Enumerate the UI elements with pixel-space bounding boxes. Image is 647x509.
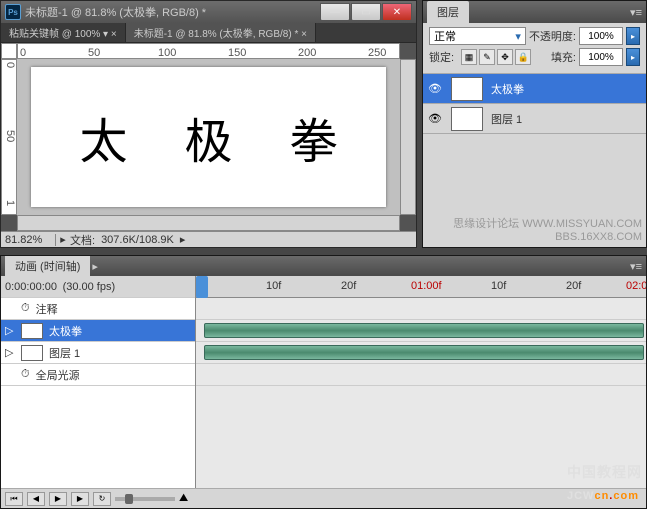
fill-input[interactable]: 100% <box>579 48 623 66</box>
expand-icon[interactable]: ▷ <box>5 324 15 337</box>
track-lane[interactable] <box>196 320 646 342</box>
opacity-input[interactable]: 100% <box>579 27 623 45</box>
timeline-time-row: 0:00:00:00 (30.00 fps) <box>1 276 195 298</box>
status-doc-size: 307.6K/108.9K <box>95 234 180 246</box>
fill-label: 填充: <box>551 49 576 65</box>
canvas[interactable]: 太 极 拳 <box>31 67 386 207</box>
status-chevron-icon[interactable]: ▸ <box>56 233 70 246</box>
track-global-light[interactable]: ⏱ 全局光源 <box>1 364 195 386</box>
app-icon: Ps <box>5 4 21 20</box>
track-lane[interactable] <box>196 342 646 364</box>
lock-transparency-icon[interactable]: ▦ <box>461 49 477 65</box>
lock-label: 锁定: <box>429 49 454 65</box>
rewind-button[interactable]: ⏮ <box>5 492 23 506</box>
ruler-origin[interactable] <box>1 43 17 59</box>
document-window: Ps 未标题-1 @ 81.8% (太极拳, RGB/8) * — ▭ ✕ 粘贴… <box>0 0 417 248</box>
titlebar[interactable]: Ps 未标题-1 @ 81.8% (太极拳, RGB/8) * — ▭ ✕ <box>1 1 416 23</box>
ruler-horizontal[interactable]: 0 50 100 150 200 250 <box>17 43 400 59</box>
status-doc-label: 文档: <box>70 232 95 248</box>
statusbar: 81.82% ▸ 文档: 307.6K/108.9K ▸ <box>1 231 416 247</box>
canvas-char: 拳 <box>289 102 337 172</box>
timeline-tracks[interactable]: 10f 20f 01:00f 10f 20f 02:0 <box>196 276 646 488</box>
minimize-button[interactable]: — <box>320 3 350 21</box>
lock-pixels-icon[interactable]: ✎ <box>479 49 495 65</box>
lock-position-icon[interactable]: ✥ <box>497 49 513 65</box>
watermark: 中国教程网 JCWcn.com <box>567 462 642 506</box>
play-button[interactable]: ▶ <box>49 492 67 506</box>
timeline-tab[interactable]: 动画 (时间轴) <box>5 256 90 276</box>
maximize-button[interactable]: ▭ <box>351 3 381 21</box>
playhead[interactable] <box>196 276 208 298</box>
track-thumb: T <box>21 323 43 339</box>
expand-icon[interactable]: ▷ <box>5 346 15 359</box>
timeline-tracklist: 0:00:00:00 (30.00 fps) ⏱ 注释 ▷ T 太极拳 ▷ 图层… <box>1 276 196 488</box>
lock-buttons: ▦ ✎ ✥ 🔒 <box>461 49 531 65</box>
layer-name[interactable]: 图层 1 <box>491 111 522 127</box>
prev-frame-button[interactable]: ◀ <box>27 492 45 506</box>
tab-paste-keyframe[interactable]: 粘贴关键帧 @ 100% ▾ × <box>1 23 126 42</box>
track-lane[interactable] <box>196 364 646 386</box>
timeline-header[interactable]: 动画 (时间轴) ▸ ▾≡ <box>1 256 646 276</box>
panel-menu-icon[interactable]: ▾≡ <box>630 6 642 19</box>
next-frame-button[interactable]: ▶ <box>71 492 89 506</box>
scrollbar-vertical[interactable] <box>400 59 416 215</box>
track-layer1[interactable]: ▷ 图层 1 <box>1 342 195 364</box>
track-text-layer[interactable]: ▷ T 太极拳 <box>1 320 195 342</box>
fps-label: (30.00 fps) <box>63 281 116 293</box>
canvas-area[interactable]: 太 极 拳 <box>17 59 400 215</box>
panel-menu-icon[interactable]: ▾≡ <box>630 260 642 273</box>
timeline-ruler[interactable]: 10f 20f 01:00f 10f 20f 02:0 <box>196 276 646 298</box>
canvas-char: 太 <box>79 102 127 172</box>
zoom-slider[interactable] <box>115 497 175 501</box>
timeline-controls: ⏮ ◀ ▶ ▶ ↻ ⛰ <box>1 488 646 508</box>
zoom-icon: ⛰ <box>179 492 188 505</box>
track-lane[interactable] <box>196 298 646 320</box>
layer-row[interactable]: 👁 图层 1 <box>423 104 646 134</box>
slider-thumb[interactable] <box>125 494 133 504</box>
timeline-panel: 动画 (时间轴) ▸ ▾≡ 0:00:00:00 (30.00 fps) ⏱ 注… <box>0 255 647 509</box>
opacity-label: 不透明度: <box>529 28 576 44</box>
close-button[interactable]: ✕ <box>382 3 412 21</box>
visibility-icon[interactable]: 👁 <box>427 81 443 97</box>
canvas-char: 极 <box>184 102 232 172</box>
tab-chevron-icon[interactable]: ▸ <box>92 260 98 273</box>
layers-tab[interactable]: 图层 <box>427 1 469 23</box>
document-tabs: 粘贴关键帧 @ 100% ▾ × 未标题-1 @ 81.8% (太极拳, RGB… <box>1 23 416 43</box>
layer-name[interactable]: 太极拳 <box>491 81 524 97</box>
watermark: 思缘设计论坛 WWW.MISSYUAN.COM BBS.16XX8.COM <box>453 215 642 243</box>
clip[interactable] <box>204 345 644 360</box>
panel-header[interactable]: 图层 ▾≡ <box>423 1 646 23</box>
layer-thumb[interactable]: T <box>451 77 483 101</box>
scrollbar-horizontal[interactable] <box>17 215 400 231</box>
clip[interactable] <box>204 323 644 338</box>
ruler-vertical[interactable]: 0 50 1 <box>1 59 17 215</box>
visibility-icon[interactable]: 👁 <box>427 111 443 127</box>
blend-mode-select[interactable]: 正常▾ <box>429 27 526 45</box>
track-comments[interactable]: ⏱ 注释 <box>1 298 195 320</box>
layer-thumb[interactable] <box>451 107 483 131</box>
layers-panel: 图层 ▾≡ 正常▾ 不透明度: 100% ▸ 锁定: ▦ ✎ ✥ 🔒 填充: 1… <box>422 0 647 248</box>
layer-list: 👁 T 太极拳 👁 图层 1 <box>423 74 646 134</box>
status-chevron-icon[interactable]: ▸ <box>180 233 186 246</box>
zoom-level[interactable]: 81.82% <box>1 234 56 246</box>
fill-arrow-icon[interactable]: ▸ <box>626 48 640 66</box>
opacity-arrow-icon[interactable]: ▸ <box>626 27 640 45</box>
tab-untitled[interactable]: 未标题-1 @ 81.8% (太极拳, RGB/8) * × <box>126 23 316 42</box>
window-title: 未标题-1 @ 81.8% (太极拳, RGB/8) * <box>25 4 206 20</box>
current-time[interactable]: 0:00:00:00 <box>5 281 57 293</box>
lock-all-icon[interactable]: 🔒 <box>515 49 531 65</box>
layer-row[interactable]: 👁 T 太极拳 <box>423 74 646 104</box>
loop-button[interactable]: ↻ <box>93 492 111 506</box>
track-thumb <box>21 345 43 361</box>
